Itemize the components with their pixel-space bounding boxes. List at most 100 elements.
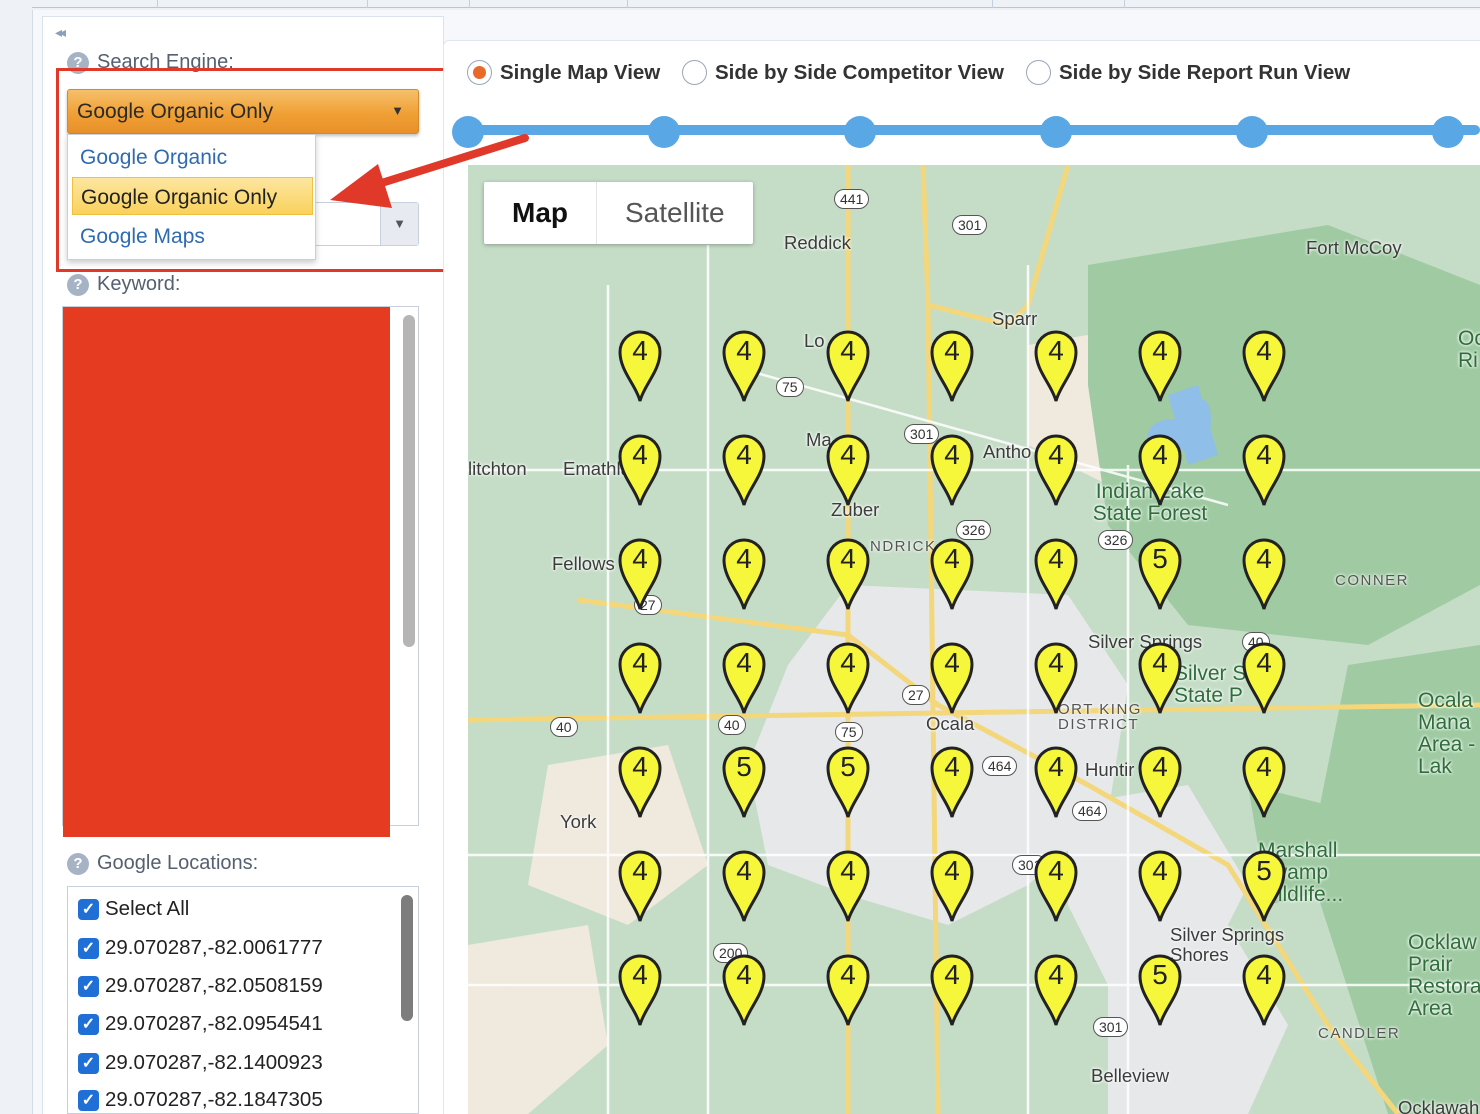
map-pin-rank[interactable]: 5 [1238, 845, 1290, 923]
map-pin-rank[interactable]: 4 [1238, 533, 1290, 611]
map-pin-rank[interactable]: 4 [718, 325, 770, 403]
list-item[interactable]: ✓ 29.070287,-82.1847305 [78, 1085, 323, 1113]
map-pin-rank[interactable]: 4 [926, 845, 978, 923]
pin-rank-label: 4 [736, 647, 752, 678]
list-item[interactable]: ✓ Select All [78, 894, 189, 924]
map-pin-rank[interactable]: 4 [1238, 325, 1290, 403]
map-pin-rank[interactable]: 4 [926, 533, 978, 611]
timeline-stop[interactable] [452, 116, 484, 148]
map-pin-rank[interactable]: 4 [1030, 845, 1082, 923]
map-type-satellite-button[interactable]: Satellite [597, 182, 753, 244]
pin-rank-label: 4 [632, 855, 648, 886]
view-single-map[interactable]: Single Map View [467, 60, 660, 85]
map-pin-rank[interactable]: 4 [1238, 949, 1290, 1027]
checkbox-icon[interactable]: ✓ [78, 975, 99, 997]
checkbox-icon[interactable]: ✓ [78, 937, 99, 959]
scrollbar-thumb[interactable] [401, 895, 413, 1021]
map-pin-rank[interactable]: 4 [1134, 429, 1186, 507]
map-pin-rank[interactable]: 4 [822, 637, 874, 715]
map-pin-rank[interactable]: 5 [718, 741, 770, 819]
map-pin-rank[interactable]: 4 [1030, 949, 1082, 1027]
checkbox-icon[interactable]: ✓ [78, 1089, 99, 1111]
timeline-stop[interactable] [1040, 116, 1072, 148]
view-competitor[interactable]: Side by Side Competitor View [682, 60, 1004, 85]
map-pin-rank[interactable]: 4 [926, 949, 978, 1027]
map-pin-rank[interactable]: 4 [614, 949, 666, 1027]
map-pin-rank[interactable]: 4 [1238, 741, 1290, 819]
map-pin-rank[interactable]: 4 [822, 845, 874, 923]
map-pin-rank[interactable]: 4 [614, 325, 666, 403]
map-pin-rank[interactable]: 4 [822, 533, 874, 611]
map-pin-rank[interactable]: 4 [718, 845, 770, 923]
timeline-stop[interactable] [1236, 116, 1268, 148]
map-type-map-button[interactable]: Map [484, 182, 597, 244]
map-pin-rank[interactable]: 4 [822, 949, 874, 1027]
radio-selected-icon[interactable] [467, 60, 492, 85]
map-pin-rank[interactable]: 4 [1134, 845, 1186, 923]
map-pin-rank[interactable]: 4 [926, 741, 978, 819]
help-icon[interactable]: ? [67, 273, 89, 296]
map-pin-rank[interactable]: 4 [614, 845, 666, 923]
pin-rank-label: 4 [944, 647, 960, 678]
list-item[interactable]: ✓ 29.070287,-82.1400923 [78, 1048, 323, 1078]
map-pin-rank[interactable]: 5 [822, 741, 874, 819]
pin-rank-label: 4 [1048, 855, 1064, 886]
map-pin-rank[interactable]: 4 [614, 637, 666, 715]
timeline-stop[interactable] [648, 116, 680, 148]
collapse-panel-icon[interactable]: ◂◂ [55, 24, 66, 41]
map-pin-rank[interactable]: 4 [1030, 533, 1082, 611]
map-pin-rank[interactable]: 4 [718, 949, 770, 1027]
map-pin-rank[interactable]: 4 [1134, 325, 1186, 403]
map-pin-rank[interactable]: 4 [926, 637, 978, 715]
pin-rank-label: 4 [944, 959, 960, 990]
pin-rank-label: 4 [632, 959, 648, 990]
locations-scrollbar[interactable] [398, 891, 414, 1111]
map-pin-rank[interactable]: 4 [1134, 637, 1186, 715]
top-tab-strip [32, 0, 1480, 8]
timeline-stop[interactable] [1432, 116, 1464, 148]
list-item[interactable]: ✓ 29.070287,-82.0954541 [78, 1009, 323, 1039]
radio-icon[interactable] [1026, 60, 1051, 85]
view-report-run[interactable]: Side by Side Report Run View [1026, 60, 1350, 85]
list-item[interactable]: ✓ 29.070287,-82.0508159 [78, 971, 323, 1001]
radio-icon[interactable] [682, 60, 707, 85]
checkbox-icon[interactable]: ✓ [78, 1013, 99, 1035]
pin-rank-label: 4 [632, 647, 648, 678]
scrollbar-thumb[interactable] [403, 315, 415, 647]
map-pin-rank[interactable]: 4 [926, 429, 978, 507]
map-pin-rank[interactable]: 4 [926, 325, 978, 403]
map-pin-rank[interactable]: 4 [822, 325, 874, 403]
map-pin-rank[interactable]: 5 [1134, 949, 1186, 1027]
map-pin-rank[interactable]: 4 [1030, 325, 1082, 403]
keyword-scrollbar[interactable] [400, 311, 416, 821]
place-label: CANDLER [1318, 1025, 1401, 1042]
map-pin-rank[interactable]: 4 [614, 741, 666, 819]
map-pin-rank[interactable]: 5 [1134, 533, 1186, 611]
map-pin-rank[interactable]: 4 [614, 533, 666, 611]
timeline-stop[interactable] [844, 116, 876, 148]
highway-shield: 40 [550, 717, 578, 737]
map-pin-rank[interactable]: 4 [1134, 741, 1186, 819]
place-label: Ocala Mana Area - Lak [1418, 689, 1476, 778]
checkbox-icon[interactable]: ✓ [78, 898, 99, 920]
place-label: Belleview [1091, 1065, 1170, 1086]
map-pin-rank[interactable]: 4 [1030, 637, 1082, 715]
map-pin-rank[interactable]: 4 [1030, 741, 1082, 819]
map-pin-rank[interactable]: 4 [1238, 429, 1290, 507]
map-pin-rank[interactable]: 4 [822, 429, 874, 507]
pin-rank-label: 4 [1048, 647, 1064, 678]
help-icon[interactable]: ? [67, 852, 89, 875]
map-pin-rank[interactable]: 4 [1238, 637, 1290, 715]
map-pin-rank[interactable]: 4 [1030, 429, 1082, 507]
map-canvas[interactable]: Reddick Fort McCoy Sparr Lo Ma Antho lit… [468, 165, 1480, 1114]
map-pin-rank[interactable]: 4 [718, 429, 770, 507]
pin-rank-label: 4 [632, 439, 648, 470]
checkbox-icon[interactable]: ✓ [78, 1052, 99, 1074]
map-pin-rank[interactable]: 4 [718, 533, 770, 611]
map-pin-rank[interactable]: 4 [718, 637, 770, 715]
keyword-textarea[interactable] [62, 306, 419, 837]
list-item[interactable]: ✓ 29.070287,-82.0061777 [78, 933, 323, 963]
map-pin-rank[interactable]: 4 [614, 429, 666, 507]
place-label: York [560, 811, 597, 832]
report-timeline-slider[interactable] [466, 125, 1480, 135]
